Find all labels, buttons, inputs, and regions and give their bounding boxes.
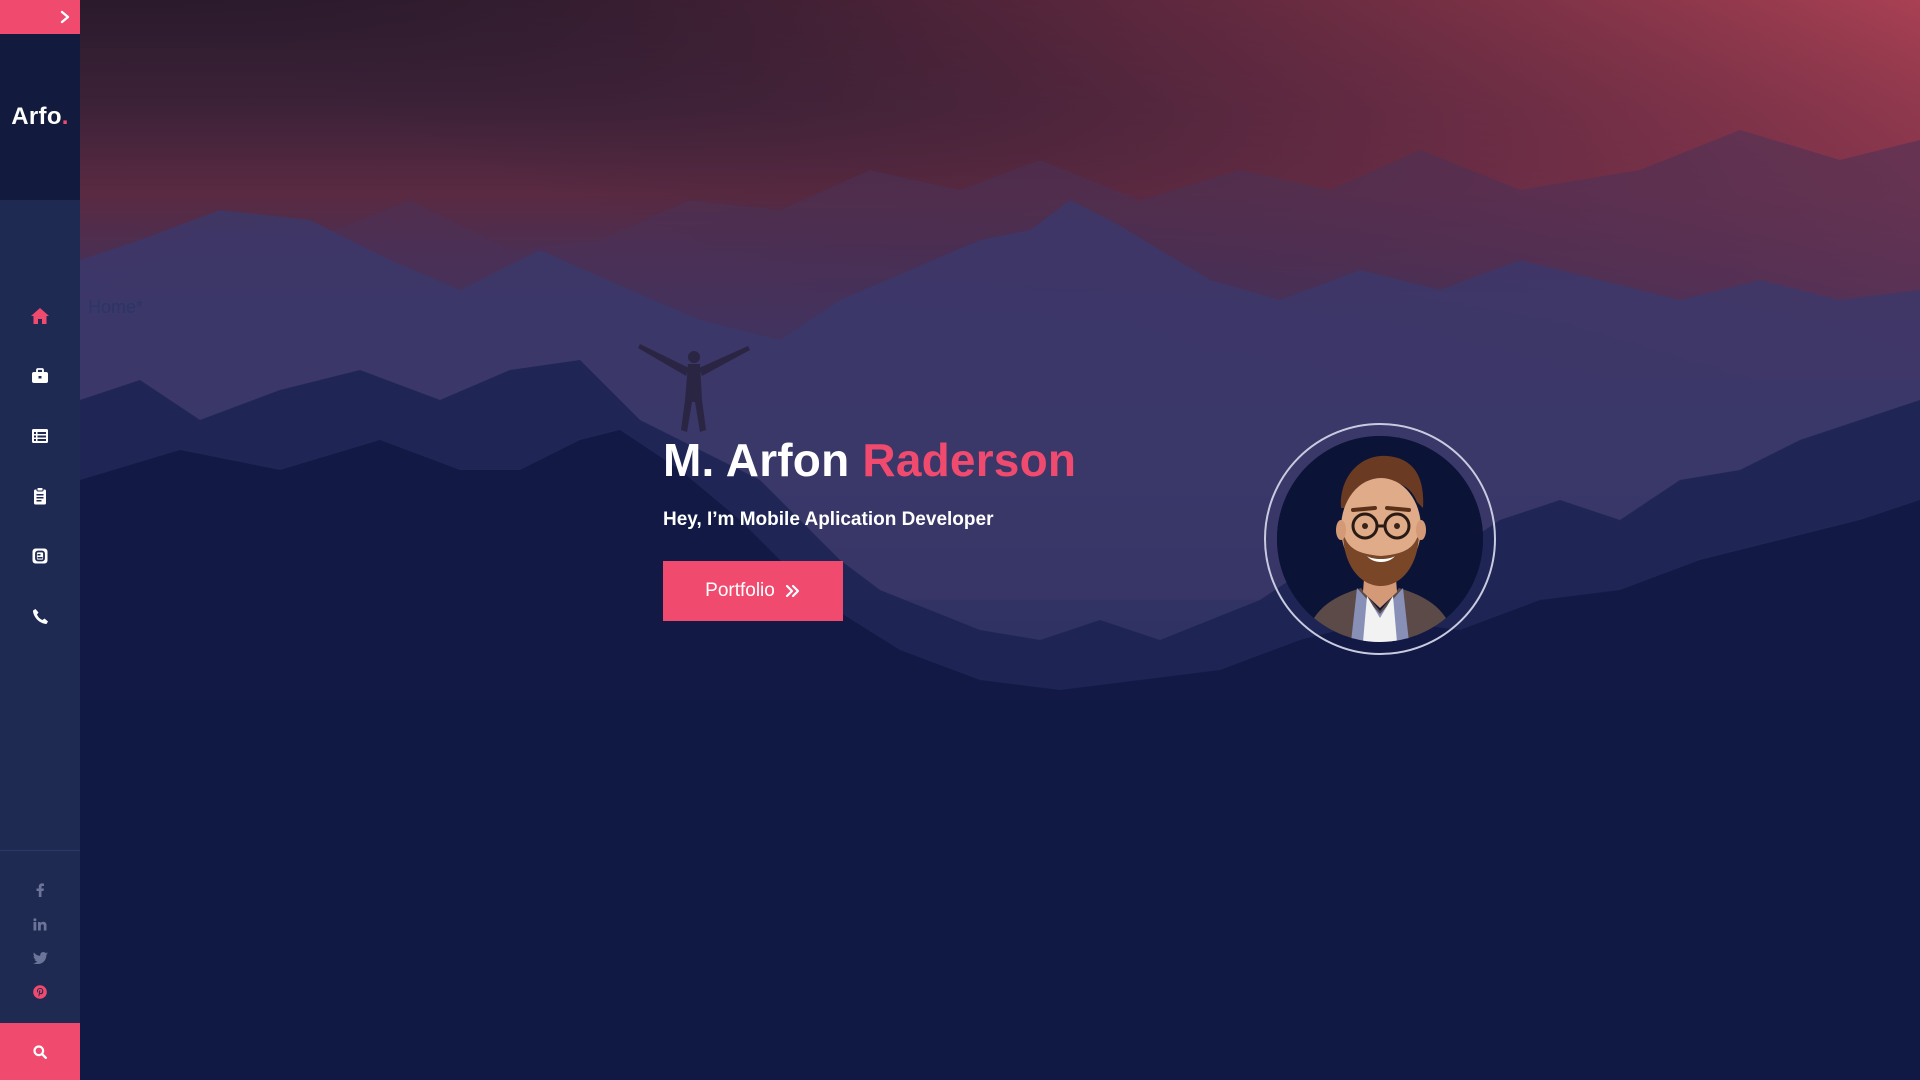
main-nav xyxy=(0,200,80,850)
phone-icon xyxy=(32,608,48,624)
sidebar: Arfo. xyxy=(0,0,80,1080)
social-links xyxy=(0,851,80,1023)
nav-tooltip-home: Home* xyxy=(88,297,144,317)
avatar-frame xyxy=(1264,423,1496,655)
nav-item-services[interactable] xyxy=(0,466,80,526)
hero-name: M. Arfon Raderson xyxy=(663,433,1076,487)
logo-dot: . xyxy=(61,103,69,130)
logo-area: Arfo. xyxy=(0,34,80,200)
search-button[interactable] xyxy=(0,1023,80,1080)
avatar xyxy=(1277,436,1483,642)
facebook-icon xyxy=(36,883,44,897)
pinterest-icon xyxy=(33,985,47,999)
sidebar-toggle-button[interactable] xyxy=(0,0,80,34)
social-pinterest[interactable] xyxy=(33,975,47,1009)
social-twitter[interactable] xyxy=(32,941,48,975)
nav-item-blog[interactable] xyxy=(0,526,80,586)
chevron-right-icon xyxy=(60,10,70,24)
nav-item-home[interactable] xyxy=(0,286,80,346)
search-icon xyxy=(33,1044,47,1059)
linkedin-icon xyxy=(33,917,47,930)
briefcase-icon xyxy=(32,368,48,383)
intro: M. Arfon Raderson Hey, I’m Mobile Aplica… xyxy=(663,433,1076,621)
nav-item-contact[interactable] xyxy=(0,586,80,646)
social-linkedin[interactable] xyxy=(33,907,47,941)
home-icon xyxy=(31,308,49,324)
nav-item-portfolio[interactable] xyxy=(0,346,80,406)
portfolio-button-label: Portfolio xyxy=(705,580,775,601)
twitter-icon xyxy=(32,952,48,964)
clipboard-icon xyxy=(34,487,46,505)
hero-section: M. Arfon Raderson Hey, I’m Mobile Aplica… xyxy=(80,0,1920,1080)
hero-last-name: Raderson xyxy=(862,434,1077,486)
nav-item-resume[interactable] xyxy=(0,406,80,466)
logo-text: Arfo xyxy=(11,103,62,130)
hero-tagline: Hey, I’m Mobile Aplication Developer xyxy=(663,509,994,530)
portfolio-button[interactable]: Portfolio xyxy=(663,561,843,621)
social-facebook[interactable] xyxy=(35,873,45,907)
hero-first-name: M. Arfon xyxy=(663,434,850,486)
logo[interactable]: Arfo. xyxy=(11,103,69,131)
list-icon xyxy=(32,429,48,443)
profile-photo xyxy=(1277,436,1483,642)
double-chevron-right-icon xyxy=(785,584,799,598)
blog-icon xyxy=(32,548,48,564)
